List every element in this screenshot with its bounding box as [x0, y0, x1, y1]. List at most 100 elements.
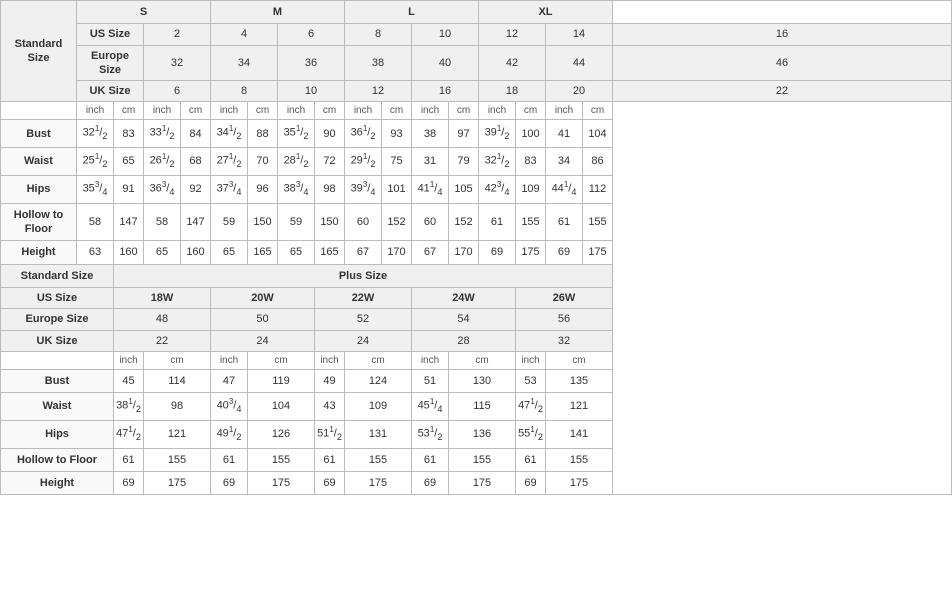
hollow-8-inch: 59: [278, 203, 315, 241]
plus-bust-26w-cm: 135: [546, 369, 613, 392]
eu-46: 46: [613, 45, 952, 81]
plus-hips-label: Hips: [1, 420, 114, 448]
plus-height-20w-inch: 69: [211, 471, 248, 494]
hips-2-inch: 353/4: [77, 176, 114, 204]
bust-12-inch: 38: [412, 120, 449, 148]
xl14-cm: cm: [516, 102, 546, 120]
hollow-10-cm: 152: [382, 203, 412, 241]
bust-14-cm: 100: [516, 120, 546, 148]
plus-us-18w: 18W: [114, 287, 211, 308]
hollow-2-cm: 147: [114, 203, 144, 241]
eu-34: 34: [211, 45, 278, 81]
hips-4-cm: 92: [181, 176, 211, 204]
us-6: 6: [278, 24, 345, 45]
hips-8-cm: 98: [315, 176, 345, 204]
hollow-6-inch: 59: [211, 203, 248, 241]
bust-6-inch: 341/2: [211, 120, 248, 148]
height-16-cm: 175: [583, 241, 613, 264]
plus-bust-22w-cm: 124: [345, 369, 412, 392]
plus-waist-24w-inch: 451/4: [412, 393, 449, 421]
us-8: 8: [345, 24, 412, 45]
waist-12-inch: 31: [412, 148, 449, 176]
l-colspan: L: [345, 1, 479, 24]
plus-18w-inch: inch: [114, 351, 144, 369]
plus-bust-20w-inch: 47: [211, 369, 248, 392]
hips-8-inch: 383/4: [278, 176, 315, 204]
waist-14-cm: 83: [516, 148, 546, 176]
m6-cm: cm: [248, 102, 278, 120]
l10-cm: cm: [382, 102, 412, 120]
plus-waist-18w-cm: 98: [144, 393, 211, 421]
hips-10-cm: 101: [382, 176, 412, 204]
waist-2-cm: 65: [114, 148, 144, 176]
bust-8-inch: 351/2: [278, 120, 315, 148]
waist-4-inch: 261/2: [144, 148, 181, 176]
plus-hips-18w-inch: 471/2: [114, 420, 144, 448]
plus-hips-20w-inch: 491/2: [211, 420, 248, 448]
hips-16-inch: 441/4: [546, 176, 583, 204]
height-6-cm: 165: [248, 241, 278, 264]
uk-size-header: UK Size: [77, 81, 144, 102]
plus-waist-20w-inch: 403/4: [211, 393, 248, 421]
m8-inch: inch: [278, 102, 315, 120]
us-16: 16: [613, 24, 952, 45]
waist-14-inch: 321/2: [479, 148, 516, 176]
uk-20: 20: [546, 81, 613, 102]
plus-uk-28: 28: [412, 330, 516, 351]
plus-hips-26w-inch: 551/2: [516, 420, 546, 448]
hollow-10-inch: 60: [345, 203, 382, 241]
bust-14-inch: 391/2: [479, 120, 516, 148]
hips-10-inch: 393/4: [345, 176, 382, 204]
height-6-inch: 65: [211, 241, 248, 264]
s4-inch: inch: [144, 102, 181, 120]
bust-16-cm: 104: [583, 120, 613, 148]
height-label-std: Height: [1, 241, 77, 264]
height-10-cm: 170: [382, 241, 412, 264]
bust-6-cm: 88: [248, 120, 278, 148]
uk-8: 8: [211, 81, 278, 102]
waist-10-cm: 75: [382, 148, 412, 176]
hollow-2-inch: 58: [77, 203, 114, 241]
s2-inch: inch: [77, 102, 114, 120]
plus-height-26w-inch: 69: [516, 471, 546, 494]
xl14-inch: inch: [479, 102, 516, 120]
plus-uk-24a: 24: [211, 330, 315, 351]
plus-hips-24w-cm: 136: [449, 420, 516, 448]
empty-corner: [1, 102, 77, 120]
hollow-4-cm: 147: [181, 203, 211, 241]
waist-6-inch: 271/2: [211, 148, 248, 176]
hips-6-cm: 96: [248, 176, 278, 204]
plus-20w-cm: cm: [248, 351, 315, 369]
plus-eu-48: 48: [114, 309, 211, 330]
waist-10-inch: 291/2: [345, 148, 382, 176]
hips-16-cm: 112: [583, 176, 613, 204]
uk-22: 22: [613, 81, 952, 102]
hollow-6-cm: 150: [248, 203, 278, 241]
s2-cm: cm: [114, 102, 144, 120]
height-14-cm: 175: [516, 241, 546, 264]
plus-waist-18w-inch: 381/2: [114, 393, 144, 421]
waist-16-inch: 34: [546, 148, 583, 176]
plus-uk-32: 32: [516, 330, 613, 351]
plus-us-24w: 24W: [412, 287, 516, 308]
plus-height-26w-cm: 175: [546, 471, 613, 494]
waist-8-cm: 72: [315, 148, 345, 176]
plus-uk-header: UK Size: [1, 330, 114, 351]
plus-22w-cm: cm: [345, 351, 412, 369]
hips-14-cm: 109: [516, 176, 546, 204]
plus-bust-26w-inch: 53: [516, 369, 546, 392]
plus-std-size-label: Standard Size: [1, 264, 114, 287]
hips-14-inch: 423/4: [479, 176, 516, 204]
hollow-12-cm: 152: [449, 203, 479, 241]
waist-8-inch: 281/2: [278, 148, 315, 176]
height-10-inch: 67: [345, 241, 382, 264]
us-2: 2: [144, 24, 211, 45]
uk-18: 18: [479, 81, 546, 102]
bust-10-cm: 93: [382, 120, 412, 148]
m-colspan: M: [211, 1, 345, 24]
plus-hollow-label: Hollow to Floor: [1, 448, 114, 471]
plus-waist-26w-cm: 121: [546, 393, 613, 421]
height-12-cm: 170: [449, 241, 479, 264]
waist-4-cm: 68: [181, 148, 211, 176]
waist-label: Waist: [1, 148, 77, 176]
